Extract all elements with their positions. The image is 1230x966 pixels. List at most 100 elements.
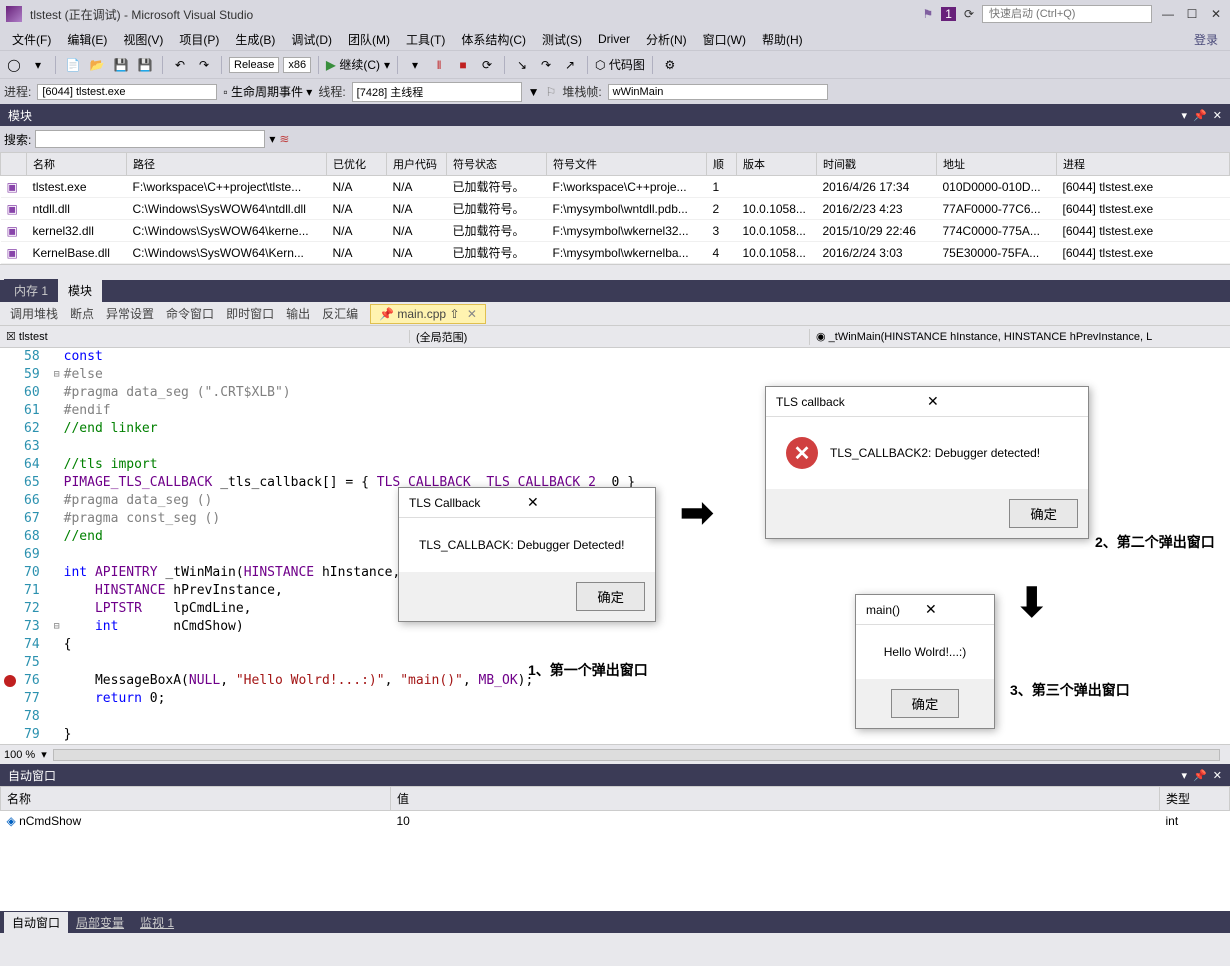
config-dropdown[interactable]: Release	[229, 57, 279, 73]
horizontal-scrollbar[interactable]	[53, 749, 1220, 761]
menu-edit[interactable]: 编辑(E)	[59, 31, 115, 48]
dlg1-ok-button[interactable]: 确定	[576, 582, 645, 611]
menu-driver[interactable]: Driver	[590, 32, 638, 46]
minimize-button[interactable]: —	[1160, 6, 1176, 22]
scope-combo[interactable]: (全局范围)	[416, 329, 467, 345]
col-opt[interactable]: 已优化	[327, 153, 387, 176]
col-ts[interactable]: 时间戳	[817, 153, 937, 176]
search-dropdown-icon[interactable]: ▾	[269, 132, 275, 146]
autos-pin-icon[interactable]: 📌	[1193, 769, 1207, 782]
func-combo[interactable]: ◉ _tWinMain(HINSTANCE hInstance, HINSTAN…	[816, 331, 1152, 343]
menu-arch[interactable]: 体系结构(C)	[453, 31, 534, 48]
autos-close-icon[interactable]: ✕	[1213, 769, 1222, 782]
stop-icon[interactable]: ■	[453, 55, 473, 75]
quick-launch-input[interactable]	[982, 5, 1152, 23]
stackframe-combo[interactable]: wWinMain	[608, 84, 828, 100]
autos-col-name[interactable]: 名称	[1, 787, 391, 811]
menu-tools[interactable]: 工具(T)	[398, 31, 453, 48]
tab-active-file[interactable]: 📌 main.cpp ⇧ ✕	[370, 304, 486, 324]
new-file-icon[interactable]: 📄	[63, 55, 83, 75]
tab-callstack[interactable]: 调用堆栈	[10, 305, 58, 322]
save-icon[interactable]: 💾	[111, 55, 131, 75]
tab-output[interactable]: 输出	[286, 305, 310, 322]
col-path[interactable]: 路径	[127, 153, 327, 176]
filter-icon[interactable]: ▼	[528, 85, 540, 99]
dlg2-ok-button[interactable]: 确定	[1009, 499, 1078, 528]
step-out-icon[interactable]: ↗	[560, 55, 580, 75]
maximize-button[interactable]: ☐	[1184, 6, 1200, 22]
login-link[interactable]: 登录	[1186, 31, 1226, 48]
tab-exceptions[interactable]: 异常设置	[106, 305, 154, 322]
col-user[interactable]: 用户代码	[387, 153, 447, 176]
dlg3-close-icon[interactable]: ✕	[925, 601, 984, 618]
flag-icon[interactable]	[922, 7, 933, 21]
menu-view[interactable]: 视图(V)	[115, 31, 171, 48]
open-icon[interactable]: 📂	[87, 55, 107, 75]
menu-build[interactable]: 生成(B)	[227, 31, 283, 48]
search-clear-icon[interactable]: ≋	[279, 132, 289, 146]
table-row[interactable]: ▣ntdll.dllC:\Windows\SysWOW64\ntdll.dllN…	[1, 198, 1230, 220]
step-over-icon[interactable]: ↷	[536, 55, 556, 75]
tab-command[interactable]: 命令窗口	[166, 305, 214, 322]
back-icon[interactable]: ◯	[4, 55, 24, 75]
col-symfile[interactable]: 符号文件	[547, 153, 707, 176]
table-row[interactable]: ▣KernelBase.dllC:\Windows\SysWOW64\Kern.…	[1, 242, 1230, 264]
close-button[interactable]: ✕	[1208, 6, 1224, 22]
menu-debug[interactable]: 调试(D)	[283, 31, 340, 48]
menu-test[interactable]: 测试(S)	[534, 31, 590, 48]
process-combo[interactable]: [6044] tlstest.exe	[37, 84, 217, 100]
menu-window[interactable]: 窗口(W)	[695, 31, 754, 48]
tab-locals[interactable]: 局部变量	[68, 912, 132, 933]
thread-combo[interactable]: [7428] 主线程	[352, 82, 522, 102]
autos-col-value[interactable]: 值	[391, 787, 1160, 811]
col-ord[interactable]: 顺	[707, 153, 737, 176]
zoom-combo[interactable]: 100 %	[4, 749, 35, 761]
menu-file[interactable]: 文件(F)	[4, 31, 59, 48]
tab-autos[interactable]: 自动窗口	[4, 912, 68, 933]
platform-dropdown[interactable]: x86	[283, 57, 311, 73]
tab-watch[interactable]: 监视 1	[132, 912, 182, 933]
tab-disassembly[interactable]: 反汇编	[322, 305, 358, 322]
dlg2-close-icon[interactable]: ✕	[927, 393, 1078, 410]
debug-btn-icon[interactable]: ▾	[405, 55, 425, 75]
pin-small-icon[interactable]: ⇧	[449, 307, 459, 321]
flag-filter-icon[interactable]: ⚐	[546, 85, 557, 99]
tab-close-icon[interactable]: ✕	[467, 307, 477, 321]
pause-icon[interactable]: ‖	[429, 55, 449, 75]
tool-icon[interactable]: ⚙	[660, 55, 680, 75]
dlg3-ok-button[interactable]: 确定	[891, 689, 960, 718]
tab-immediate[interactable]: 即时窗口	[226, 305, 274, 322]
panel-close-icon[interactable]: ✕	[1213, 109, 1222, 122]
menu-analyze[interactable]: 分析(N)	[638, 31, 695, 48]
save-all-icon[interactable]: 💾	[135, 55, 155, 75]
dlg1-close-icon[interactable]: ✕	[527, 494, 645, 511]
autos-col-type[interactable]: 类型	[1160, 787, 1230, 811]
col-name[interactable]: 名称	[27, 153, 127, 176]
feedback-icon[interactable]: ⟳	[964, 7, 974, 21]
col-addr[interactable]: 地址	[937, 153, 1057, 176]
notify-badge[interactable]: 1	[941, 7, 956, 21]
menu-help[interactable]: 帮助(H)	[754, 31, 811, 48]
tab-breakpoints[interactable]: 断点	[70, 305, 94, 322]
pin-icon[interactable]: 📌	[1193, 109, 1207, 122]
tab-memory[interactable]: 内存 1	[4, 279, 58, 302]
undo-icon[interactable]: ↶	[170, 55, 190, 75]
restart-icon[interactable]: ⟳	[477, 55, 497, 75]
menu-project[interactable]: 项目(P)	[171, 31, 227, 48]
col-ver[interactable]: 版本	[737, 153, 817, 176]
modules-scrollbar[interactable]	[0, 264, 1230, 280]
panel-menu-icon[interactable]: ▾	[1182, 109, 1188, 122]
col-sym[interactable]: 符号状态	[447, 153, 547, 176]
tab-modules[interactable]: 模块	[58, 279, 102, 302]
project-combo[interactable]: ☒ tlstest	[6, 330, 48, 343]
continue-button[interactable]: ▶ 继续(C) ▾	[326, 56, 390, 73]
autos-row[interactable]: ◈ nCmdShow 10 int	[1, 811, 1230, 832]
col-proc[interactable]: 进程	[1057, 153, 1230, 176]
redo-icon[interactable]: ↷	[194, 55, 214, 75]
table-row[interactable]: ▣tlstest.exeF:\workspace\C++project\tlst…	[1, 176, 1230, 198]
menu-team[interactable]: 团队(M)	[340, 31, 398, 48]
modules-search-input[interactable]	[35, 130, 265, 148]
zoom-dropdown-icon[interactable]: ▾	[41, 748, 47, 761]
codemap-button[interactable]: ⬡ 代码图	[595, 56, 645, 73]
step-into-icon[interactable]: ↘	[512, 55, 532, 75]
